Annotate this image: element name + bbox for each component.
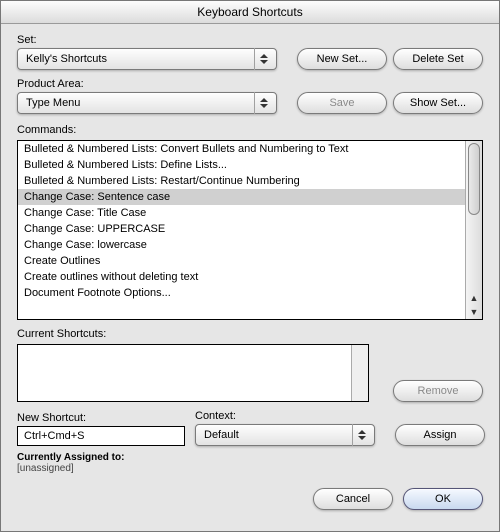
keyboard-shortcuts-dialog: Keyboard Shortcuts Set: Kelly's Shortcut… xyxy=(0,0,500,532)
current-shortcuts-box[interactable] xyxy=(17,344,369,402)
dialog-content: Set: Kelly's Shortcuts New Set... Delete… xyxy=(1,24,499,531)
list-item[interactable]: Change Case: lowercase xyxy=(18,237,465,253)
list-item[interactable]: Change Case: Title Case xyxy=(18,205,465,221)
delete-set-button[interactable]: Delete Set xyxy=(393,48,483,70)
product-area-select-value: Type Menu xyxy=(26,97,80,109)
set-select[interactable]: Kelly's Shortcuts xyxy=(17,48,277,70)
list-item[interactable]: Bulleted & Numbered Lists: Convert Bulle… xyxy=(18,141,465,157)
list-item[interactable]: Create Outlines xyxy=(18,253,465,269)
remove-button[interactable]: Remove xyxy=(393,380,483,402)
scroll-thumb[interactable] xyxy=(468,143,480,215)
list-item[interactable]: Create outlines without deleting text xyxy=(18,269,465,285)
list-item[interactable]: Document Footnote Options... xyxy=(18,285,465,301)
assigned-to-value: [unassigned] xyxy=(17,463,483,474)
assign-button[interactable]: Assign xyxy=(395,424,485,446)
new-set-button[interactable]: New Set... xyxy=(297,48,387,70)
context-label: Context: xyxy=(195,410,375,422)
window-title: Keyboard Shortcuts xyxy=(197,5,302,19)
commands-label: Commands: xyxy=(17,124,483,136)
titlebar: Keyboard Shortcuts xyxy=(1,1,499,24)
current-shortcuts-label: Current Shortcuts: xyxy=(17,328,483,340)
list-item[interactable]: Bulleted & Numbered Lists: Restart/Conti… xyxy=(18,173,465,189)
show-set-button[interactable]: Show Set... xyxy=(393,92,483,114)
assigned-to-label: Currently Assigned to: xyxy=(17,452,483,463)
cancel-button[interactable]: Cancel xyxy=(313,488,393,510)
save-button[interactable]: Save xyxy=(297,92,387,114)
ok-button[interactable]: OK xyxy=(403,488,483,510)
scroll-down-icon[interactable]: ▼ xyxy=(466,305,482,319)
context-select[interactable]: Default xyxy=(195,424,375,446)
scroll-up-icon[interactable]: ▲ xyxy=(466,291,482,305)
list-item[interactable]: Change Case: UPPERCASE xyxy=(18,221,465,237)
new-shortcut-label: New Shortcut: xyxy=(17,412,185,424)
list-item[interactable]: Bulleted & Numbered Lists: Define Lists.… xyxy=(18,157,465,173)
list-item[interactable]: Change Case: Sentence case xyxy=(18,189,465,205)
commands-scrollbar[interactable]: ▲ ▼ xyxy=(465,141,482,319)
context-select-value: Default xyxy=(204,429,239,441)
shortcuts-scrollbar[interactable] xyxy=(351,345,368,401)
product-area-select[interactable]: Type Menu xyxy=(17,92,277,114)
commands-list[interactable]: Bulleted & Numbered Lists: Convert Bulle… xyxy=(17,140,483,320)
new-shortcut-input[interactable] xyxy=(17,426,185,446)
product-area-label: Product Area: xyxy=(17,78,277,90)
set-select-value: Kelly's Shortcuts xyxy=(26,53,107,65)
set-label: Set: xyxy=(17,34,277,46)
